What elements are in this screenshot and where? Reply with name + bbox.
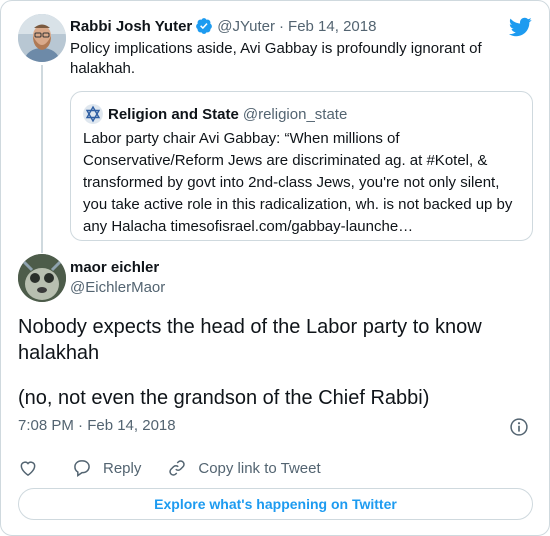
heart-icon xyxy=(20,461,36,476)
parent-tweet-text: Policy implications aside, Avi Gabbay is… xyxy=(70,40,482,77)
twitter-bird-icon[interactable] xyxy=(508,15,532,39)
parent-tweet-header: Rabbi Josh Yuter @JYuter · Feb 14, 2018 xyxy=(70,16,376,36)
like-button[interactable] xyxy=(18,458,38,478)
quoted-tweet[interactable]: Religion and State @religion_state Labor… xyxy=(70,91,533,241)
reply-label: Reply xyxy=(103,459,142,477)
explore-button[interactable]: Explore what's happening on Twitter xyxy=(18,488,533,520)
tweet-timestamp[interactable]: 7:08 PM · Feb 14, 2018 xyxy=(18,416,176,436)
star-of-david-icon xyxy=(83,104,103,124)
separator-dot: · xyxy=(279,17,285,35)
reply-button[interactable]: Reply xyxy=(72,458,141,478)
reply-icon xyxy=(74,460,90,477)
main-author-avatar[interactable] xyxy=(18,254,66,302)
tweet-actions: Reply Copy link to Tweet xyxy=(18,457,321,479)
embedded-tweet-card: Rabbi Josh Yuter @JYuter · Feb 14, 2018 … xyxy=(0,0,550,536)
quoted-author-handle: @religion_state xyxy=(242,105,348,123)
link-icon xyxy=(169,460,186,476)
copy-link-button[interactable]: Copy link to Tweet xyxy=(167,458,321,478)
parent-tweet-date[interactable]: Feb 14, 2018 xyxy=(288,18,376,35)
main-author-handle[interactable]: @EichlerMaor xyxy=(70,278,165,298)
quoted-tweet-header: Religion and State @religion_state xyxy=(83,104,347,124)
main-tweet-text-line1: Nobody expects the head of the Labor par… xyxy=(18,316,482,364)
main-tweet-text-line2: (no, not even the grandson of the Chief … xyxy=(18,387,430,409)
quoted-tweet-text: Labor party chair Avi Gabbay: “When mill… xyxy=(83,130,513,235)
copy-link-label: Copy link to Tweet xyxy=(198,459,321,477)
parent-author-handle[interactable]: @JYuter xyxy=(217,18,275,35)
thread-line xyxy=(41,65,43,253)
parent-author-name[interactable]: Rabbi Josh Yuter xyxy=(70,18,192,35)
parent-author-avatar[interactable] xyxy=(18,14,66,62)
info-icon[interactable] xyxy=(509,417,529,437)
verified-badge-icon xyxy=(196,18,213,34)
quoted-author-name: Religion and State xyxy=(108,105,239,123)
main-author-name[interactable]: maor eichler xyxy=(70,258,159,278)
